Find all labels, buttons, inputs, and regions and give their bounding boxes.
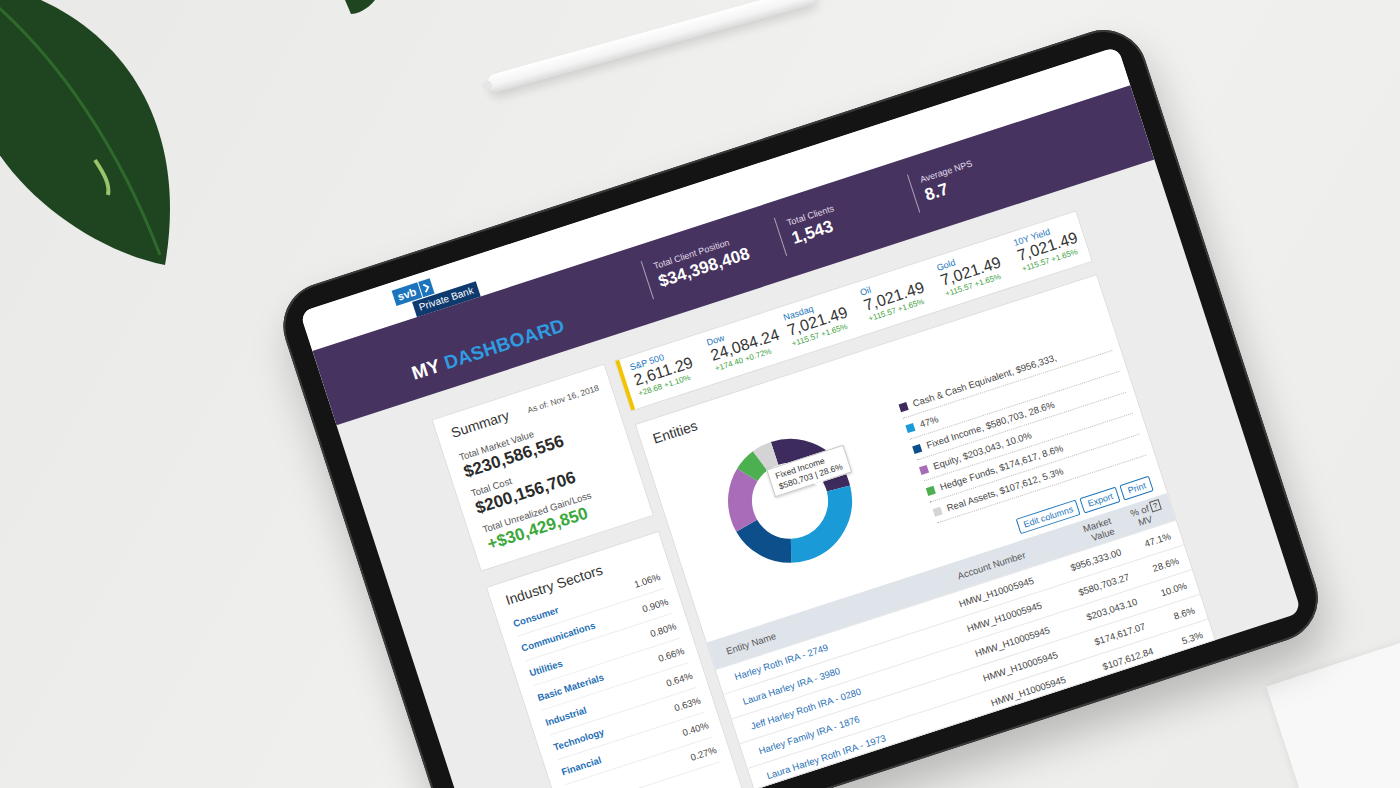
- sector-value: 0.64%: [665, 670, 694, 689]
- percent-mv: 10.0%: [1159, 580, 1188, 599]
- sector-value: 0.90%: [641, 596, 670, 615]
- column-label: Market Value: [1071, 515, 1116, 548]
- donut-segment[interactable]: [727, 438, 853, 564]
- market-value: $580,703.27: [1077, 571, 1131, 598]
- column-header[interactable]: Market Value: [1071, 515, 1116, 548]
- market-value: $174,617.07: [1093, 621, 1147, 648]
- sector-value: 0.40%: [681, 719, 710, 738]
- sector-row[interactable]: Industrial 0.64%: [542, 663, 696, 735]
- title-prefix: MY: [409, 355, 443, 384]
- sector-name[interactable]: Consumer: [512, 604, 560, 629]
- donut-segment[interactable]: [727, 438, 853, 564]
- legend-item: Fixed Income, $580,703, 28.6%: [910, 372, 1126, 461]
- title-main: DASHBOARD: [441, 315, 567, 374]
- legend-swatch: [932, 506, 942, 516]
- ticker-item[interactable]: Gold 7,021.49 +115.57 +1.65%: [922, 236, 1015, 310]
- market-value: $107,612.84: [1101, 645, 1155, 672]
- column-header[interactable]: Account Number: [956, 549, 1027, 581]
- sector-name[interactable]: Utilities: [528, 657, 564, 678]
- sector-value: 0.80%: [649, 620, 678, 639]
- account-number: HMW_H10005945: [990, 674, 1068, 709]
- donut-chart[interactable]: Fixed Income $580,703 | 28.6%: [708, 419, 872, 583]
- stylus-pencil: [486, 0, 818, 94]
- donut-segment[interactable]: [727, 438, 853, 564]
- ticker-item[interactable]: S&P 500 2,611.29 +28.68 +1.10%: [615, 336, 708, 410]
- sector-row[interactable]: Technology 0.63%: [550, 688, 704, 760]
- legend-label: Cash & Cash Equivalent, $956,333,: [911, 352, 1058, 409]
- as-of-date: As of: Nov 16, 2018: [526, 383, 600, 416]
- ticker-item[interactable]: Dow 24,084.24 +174.40 +0.72%: [692, 311, 785, 385]
- percent-mv: 5.3%: [1180, 629, 1204, 646]
- percent-mv: 28.6%: [1151, 555, 1180, 574]
- market-value: $203,043.10: [1085, 596, 1139, 623]
- sector-name[interactable]: Communications: [520, 620, 597, 654]
- donut-segment[interactable]: [727, 438, 853, 564]
- legend-swatch: [919, 464, 929, 474]
- dashboard-screen: svb Private Bank MY DASHBOARD Total Clie…: [300, 46, 1302, 788]
- summary-title: Summary: [449, 407, 511, 441]
- legend-item: Cash & Cash Equivalent, $956,333,: [896, 330, 1112, 419]
- legend-swatch: [912, 443, 922, 453]
- column-label: % of MV: [1122, 503, 1154, 532]
- percent-mv: 47.1%: [1143, 530, 1172, 549]
- legend-swatch: [898, 402, 908, 412]
- ticker-item[interactable]: Nasdaq 7,021.49 +115.57 +1.65%: [769, 286, 862, 360]
- ticker-item[interactable]: Oil 7,021.49 +115.57 +1.65%: [845, 261, 938, 335]
- column-header[interactable]: % of MV ?: [1122, 499, 1165, 532]
- plant-leaf-tip: [345, 0, 375, 16]
- donut-svg: [708, 419, 872, 583]
- sector-row[interactable]: Basic Materials 0.66%: [534, 639, 688, 711]
- legend-label: Real Assets, $107,612, 5.3%: [945, 465, 1064, 513]
- sector-name[interactable]: Financial: [560, 754, 603, 777]
- sector-value: 0.27%: [689, 744, 718, 763]
- sector-value: 0.63%: [673, 695, 702, 714]
- sector-value: 1.06%: [633, 571, 662, 590]
- plant-leaf: [0, 0, 210, 290]
- entities-table: Entity Name Account Number Market Value …: [707, 493, 1216, 788]
- column-label: Account Number: [956, 549, 1027, 581]
- donut-segment[interactable]: [727, 438, 853, 564]
- percent-mv: 8.6%: [1172, 604, 1196, 621]
- sector-row[interactable]: Financial 0.40%: [558, 713, 712, 785]
- sector-name[interactable]: Technology: [552, 726, 605, 753]
- help-icon[interactable]: ?: [1149, 499, 1162, 513]
- sector-name[interactable]: Industrial: [544, 704, 588, 728]
- legend-swatch: [926, 485, 936, 495]
- desk-photo: svb Private Bank MY DASHBOARD Total Clie…: [0, 0, 1400, 788]
- column-label: Entity Name: [725, 630, 778, 656]
- donut-segment[interactable]: [727, 438, 853, 564]
- legend-label: 47%: [918, 413, 939, 429]
- sector-value: 0.66%: [657, 645, 686, 664]
- action-button[interactable]: Print: [1120, 476, 1154, 501]
- sector-row[interactable]: Communications 0.90%: [518, 589, 672, 661]
- summary-card: Summary As of: Nov 16, 2018 Total Market…: [431, 363, 654, 571]
- legend-swatch: [905, 423, 915, 433]
- sector-name[interactable]: Basic Materials: [536, 671, 605, 703]
- tablet: svb Private Bank MY DASHBOARD Total Clie…: [272, 19, 1329, 788]
- ticker-item[interactable]: 10Y Yield 7,021.49 +115.57 +1.65%: [999, 211, 1092, 285]
